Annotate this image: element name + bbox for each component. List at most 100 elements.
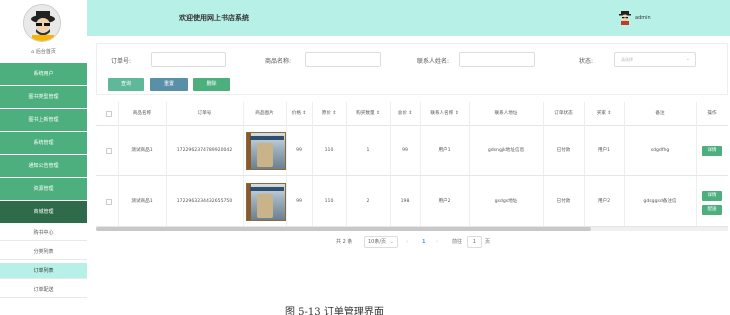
column-header: 商品名称 (132, 111, 152, 116)
user-name[interactable]: admin (635, 15, 651, 21)
column-header: 订单号 (197, 111, 212, 116)
column-header: 备注 (655, 111, 665, 116)
deliver-button[interactable]: 配送 (702, 205, 722, 215)
detail-button[interactable]: 详情 (702, 191, 722, 201)
cell-quantity: 2 (366, 199, 370, 204)
column-header-sortable[interactable]: 总价 ⇕ (390, 102, 420, 126)
sidebar-item-resources[interactable]: 资源管理 (0, 178, 87, 200)
sidebar-subitem-label: 分类列表 (33, 249, 54, 255)
filter-panel: 订单号: 商品名称: 联系人姓名: 状态: 请选择 ⌄ 查询 重置 删除 (96, 43, 728, 95)
sidebar-item-label: 商城管理 (33, 209, 54, 215)
sidebar-subitem-label: 购书中心 (33, 230, 54, 236)
column-header: 商品图片 (255, 111, 274, 116)
page-size-select[interactable]: 10条/页 ⌄ (364, 236, 398, 248)
goto-label: 前往 (452, 239, 463, 245)
column-header-sortable[interactable]: 原价 ⇕ (312, 102, 346, 126)
table-horizontal-scrollbar[interactable] (96, 227, 728, 231)
sidebar-item-label: 资源管理 (33, 186, 54, 192)
sidebar: ⌂ 后台首页 系统用户 图书类型管理 图书上新管理 系统管理 通知公告管理 资源… (0, 0, 87, 300)
status-select[interactable]: 请选择 ⌄ (614, 52, 696, 67)
product-image (246, 132, 286, 170)
cell-order-no: 1722963234432655750 (176, 199, 233, 204)
contact-name-label: 联系人姓名: (417, 58, 450, 65)
orders-table: 商品名称 订单号 商品图片 价格 ⇕ 原价 ⇕ 购买数量 ⇕ 总价 ⇕ 联系人名… (96, 102, 728, 229)
table-header: 商品名称 订单号 商品图片 价格 ⇕ 原价 ⇕ 购买数量 ⇕ 总价 ⇕ 联系人名… (96, 102, 728, 126)
cell-original-price: 110 (324, 199, 334, 204)
sidebar-home-label: 后台首页 (35, 49, 56, 55)
cell-buyer: 用户1 (597, 148, 611, 153)
goto-page-input[interactable]: 1 (467, 236, 482, 248)
logo (23, 4, 61, 42)
query-button[interactable]: 查询 (108, 78, 144, 91)
cell-order-no: 1722962374789920042 (176, 148, 233, 153)
product-name-input[interactable] (305, 52, 381, 67)
cell-buyer: 用户2 (597, 199, 611, 204)
cell-contact-name: 用户1 (438, 148, 451, 153)
sidebar-item-notice-management[interactable]: 通知公告管理 (0, 155, 87, 177)
table-row: 测试商品1 1722962374789920042 99 110 1 99 用户… (96, 126, 728, 176)
table-row: 测试商品1 1722963234432655750 99 110 2 198 用… (96, 177, 728, 227)
order-no-input[interactable] (151, 52, 226, 67)
column-header: 订单状态 (554, 111, 573, 116)
column-header-sortable[interactable]: 买家 ⇕ (584, 102, 624, 126)
chevron-down-icon: ⌄ (389, 239, 394, 245)
order-no-label: 订单号: (111, 58, 132, 65)
cell-order-status: 已付款 (556, 148, 571, 153)
contact-name-input[interactable] (459, 52, 535, 67)
cell-total: 99 (402, 148, 408, 153)
chevron-down-icon: ⌄ (685, 56, 690, 62)
page-unit-label: 页 (485, 239, 491, 245)
sidebar-item-label: 通知公告管理 (28, 163, 59, 169)
sidebar-subitem-book-center[interactable]: 购书中心 (0, 225, 87, 241)
cell-contact-name: 用户2 (438, 199, 451, 204)
page-size-value: 10条/页 (368, 239, 387, 245)
cell-note: sdgdfhg (650, 148, 670, 153)
sidebar-item-system-users[interactable]: 系统用户 (0, 63, 87, 85)
sidebar-item-book-types[interactable]: 图书类型管理 (0, 86, 87, 108)
sidebar-subitem-order-delivery[interactable]: 订单配送 (0, 282, 87, 298)
next-page-button[interactable]: › (436, 236, 438, 248)
column-header-sortable[interactable]: 购买数量 ⇕ (346, 102, 390, 126)
system-title: 欢迎使用网上书店系统 (179, 14, 249, 22)
cell-order-status: 已付款 (556, 199, 571, 204)
column-header-sortable[interactable]: 价格 ⇕ (286, 102, 312, 126)
cell-quantity: 1 (366, 148, 370, 153)
sidebar-item-label: 系统用户 (33, 71, 54, 77)
sidebar-subitem-category-list[interactable]: 分类列表 (0, 244, 87, 260)
cell-note: gdsggsd备注信 (643, 199, 677, 204)
product-name-label: 商品名称: (265, 58, 292, 65)
sidebar-subitem-order-list[interactable]: 订单列表 (0, 263, 87, 279)
select-all-checkbox[interactable] (106, 111, 112, 117)
prev-page-button[interactable]: ‹ (406, 236, 408, 248)
product-image (246, 183, 286, 221)
sidebar-home[interactable]: ⌂ 后台首页 (0, 46, 87, 58)
sidebar-item-label: 系统管理 (33, 140, 54, 146)
cell-price: 99 (296, 148, 302, 153)
sidebar-item-mall[interactable]: 商城管理 (0, 201, 87, 223)
row-checkbox[interactable] (106, 199, 112, 205)
pagination-total: 共 2 条 (336, 239, 353, 245)
status-select-placeholder: 请选择 (621, 57, 633, 62)
column-header: 操作 (707, 111, 717, 116)
user-avatar-icon[interactable] (619, 11, 631, 25)
cell-total: 198 (400, 199, 410, 204)
sidebar-subitem-label: 订单列表 (33, 268, 54, 274)
sidebar-item-new-books[interactable]: 图书上新管理 (0, 109, 87, 131)
cell-contact-address: gdsngjk地址信息 (487, 148, 525, 153)
delete-button[interactable]: 删除 (193, 78, 230, 91)
column-header-sortable[interactable]: 联系人名称 ⇕ (420, 102, 469, 126)
cell-price: 99 (296, 199, 302, 204)
page-number-current[interactable]: 1 (422, 236, 425, 248)
top-header: 欢迎使用网上书店系统 admin (87, 0, 730, 36)
cell-original-price: 110 (324, 148, 334, 153)
detail-button[interactable]: 详情 (702, 146, 722, 156)
reset-button[interactable]: 重置 (150, 78, 188, 91)
row-checkbox[interactable] (106, 148, 112, 154)
scrollbar-thumb[interactable] (96, 227, 591, 231)
cell-product-name: 测试商品1 (131, 199, 153, 204)
column-header: 联系人地址 (494, 111, 518, 116)
sidebar-item-label: 图书上新管理 (28, 117, 59, 123)
cell-product-name: 测试商品1 (131, 148, 153, 153)
sidebar-item-system-management[interactable]: 系统管理 (0, 132, 87, 154)
status-label: 状态: (579, 58, 594, 65)
